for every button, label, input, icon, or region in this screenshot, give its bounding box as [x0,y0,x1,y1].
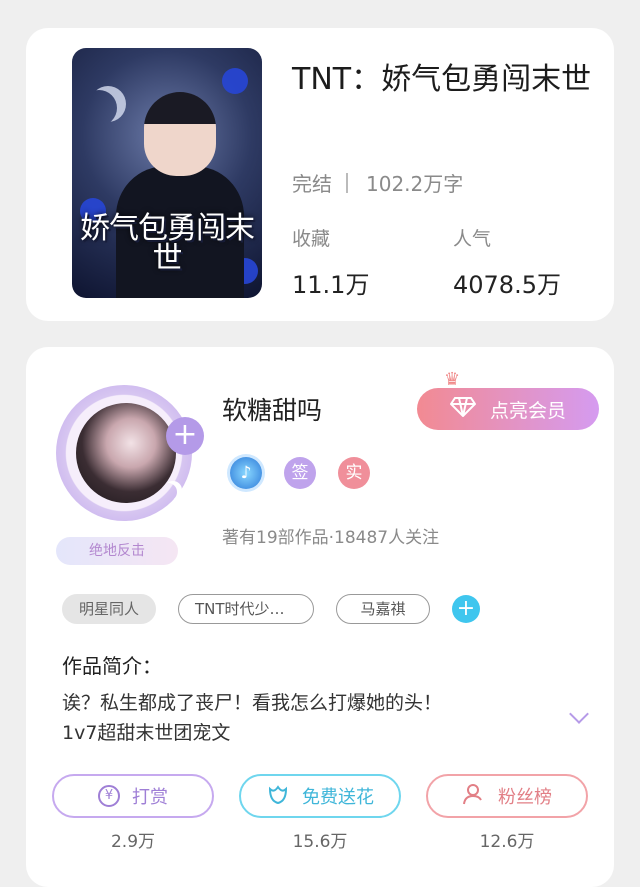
author-avatar-frame[interactable]: + [50,377,204,527]
avatar[interactable] [76,403,176,503]
book-meta: 完结 102.2万字 [292,168,463,197]
music-note-icon[interactable]: ♪ [230,457,262,489]
meta-divider [346,172,348,193]
intro-line: 1v7超甜末世团宠文 [62,722,231,744]
follow-plus-button[interactable]: + [166,417,204,455]
fans-label: 粉丝榜 [498,787,552,808]
book-status: 完结 [292,172,332,196]
tag-list: 明星同人 TNT时代少… 马嘉祺 + [62,594,481,624]
moon-icon [164,481,182,499]
rose-decoration [222,68,248,94]
flower-count: 15.6万 [292,832,348,852]
author-badges: ♪ 签 实 [230,457,370,489]
intro-title: 作品简介： [62,654,162,678]
vip-button-label: 点亮会员 [489,399,566,422]
book-title: TNT：娇气包勇闯末世 [292,62,592,97]
verified-badge[interactable]: 实 [338,457,370,489]
flower-icon [266,783,290,810]
reward-count: 2.9万 [110,832,156,852]
popularity-label: 人气 [453,228,492,250]
send-flower-button[interactable]: 免费送花 [239,774,401,818]
favorites-stat: 收藏 11.1万 [292,224,369,300]
book-word-count: 102.2万字 [366,172,464,196]
yen-icon: ¥ [98,785,120,807]
cover-title-art: 娇气包勇闯末世 [80,211,255,276]
favorites-value: 11.1万 [292,271,370,299]
popularity-stat: 人气 4078.5万 [453,224,561,300]
vip-button[interactable]: 点亮会员 [417,388,599,430]
diamond-icon [449,396,477,422]
fans-count: 12.6万 [479,832,535,852]
user-icon [462,782,486,811]
author-name[interactable]: 软糖甜吗 [222,391,322,427]
add-tag-button[interactable]: + [452,595,481,623]
tag-item[interactable]: 明星同人 [62,594,157,624]
book-info-card: 娇气包勇闯末世 TNT：娇气包勇闯末世 完结 102.2万字 收藏 11.1万 … [26,28,614,321]
book-cover[interactable]: 娇气包勇闯末世 [72,48,262,298]
popularity-value: 4078.5万 [453,271,561,299]
author-info: 著有19部作品·18487人关注 [222,528,440,548]
rank-badge: 绝地反击 [56,537,178,565]
reward-label: 打赏 [132,787,168,808]
favorites-label: 收藏 [292,228,331,250]
reward-button[interactable]: ¥ 打赏 [52,774,214,818]
tag-item[interactable]: TNT时代少… [178,594,315,624]
chevron-down-icon[interactable] [569,704,589,724]
moon-icon [90,86,126,122]
cover-figure-head [144,92,216,176]
crown-icon: ♛ [444,369,461,390]
author-card: + 绝地反击 软糖甜吗 ♛ 点亮会员 ♪ 签 实 著有19部作品·18487人关… [26,347,614,887]
intro-line: 诶？私生都成了丧尸！看我怎么打爆她的头！ [62,692,443,714]
fans-ranking-button[interactable]: 粉丝榜 [426,774,588,818]
flower-label: 免费送花 [302,787,374,808]
tag-item[interactable]: 马嘉祺 [336,594,431,624]
signed-badge[interactable]: 签 [284,457,316,489]
intro-text: 诶？私生都成了丧尸！看我怎么打爆她的头！ 1v7超甜末世团宠文 [62,688,522,748]
